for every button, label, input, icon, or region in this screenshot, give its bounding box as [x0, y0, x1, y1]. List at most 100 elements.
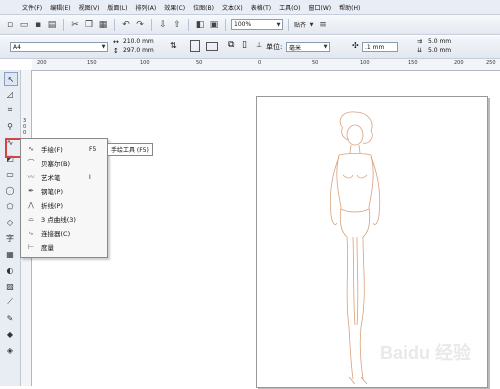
ruler-tick-label: 250	[486, 60, 496, 66]
flyout-item-label: 3 点曲线(3)	[41, 216, 76, 224]
toolbar-divider	[225, 18, 226, 31]
unit-label: 单位:	[266, 43, 283, 51]
swap-dimensions-icon[interactable]: ⇅	[170, 41, 177, 50]
undo-icon[interactable]: ↶	[120, 19, 132, 31]
flyout-item-label: 艺术笔	[41, 174, 61, 182]
ruler-tick-label: 200	[454, 60, 464, 66]
welcome-screen-icon[interactable]: ▣	[208, 19, 220, 31]
flyout-item-connector[interactable]: ⤷ 连接器(C)	[21, 227, 107, 239]
menu-edit[interactable]: 编辑(E)	[46, 3, 74, 12]
flyout-item-artistic-media[interactable]: 〰 艺术笔 I	[21, 171, 107, 183]
ruler-tick-label: 150	[408, 60, 418, 66]
menu-tools[interactable]: 工具(O)	[275, 3, 304, 12]
menu-layout[interactable]: 版面(L)	[103, 3, 131, 12]
paper-size-select[interactable]: A4 ▼	[10, 42, 108, 52]
menu-window[interactable]: 窗口(W)	[305, 3, 336, 12]
menu-arrange[interactable]: 排列(A)	[131, 3, 160, 12]
ruler-tick-label: 100	[360, 60, 370, 66]
toolbox: ↖ ◿ ⌗ ⚲ ∿ ◩ ▭ ◯ ⬠ ◇ 字 ▦ ◐ ▨ ⟋ ✎ ◆ ◈	[0, 70, 21, 386]
polygon-tool-icon[interactable]: ⬠	[4, 200, 16, 212]
nudge-distance-field[interactable]: .1 mm	[362, 42, 398, 52]
dimension-icon: ⊢	[27, 243, 35, 251]
rectangle-tool-icon[interactable]: ▭	[4, 168, 16, 180]
polyline-icon: ⋀	[28, 201, 34, 209]
basic-shapes-icon[interactable]: ◇	[4, 216, 16, 228]
menu-bitmaps[interactable]: 位图(B)	[189, 3, 218, 12]
freehand-icon: ∿	[28, 145, 34, 153]
interactive-fill-icon[interactable]: ◈	[4, 344, 16, 356]
connector-icon: ⤷	[29, 228, 33, 237]
fill-tool-icon[interactable]: ◆	[4, 328, 16, 340]
shape-tool-icon[interactable]: ◿	[4, 88, 16, 100]
paste-icon[interactable]: ▦	[97, 19, 109, 31]
import-icon[interactable]: ⇩	[157, 19, 169, 31]
application-launcher-icon[interactable]: ◧	[194, 19, 206, 31]
open-folder-icon[interactable]: ▭	[18, 19, 30, 31]
ruler-tick-label: 0	[23, 130, 27, 136]
portrait-icon[interactable]	[190, 40, 200, 52]
chevron-down-icon: ▼	[276, 21, 281, 28]
paper-size-value: A4	[13, 43, 21, 51]
flyout-item-freehand[interactable]: ∿ 手绘(F) F5	[21, 143, 107, 155]
new-file-icon[interactable]: ▫	[4, 19, 16, 31]
page-width-field[interactable]: 210.0 mm	[123, 38, 154, 45]
menu-bar: 文件(F) 编辑(E) 视图(V) 版面(L) 排列(A) 效果(C) 位图(B…	[0, 0, 500, 15]
menu-effects[interactable]: 效果(C)	[160, 3, 189, 12]
crop-tool-icon[interactable]: ⌗	[4, 104, 16, 116]
flyout-item-polyline[interactable]: ⋀ 折线(P)	[21, 199, 107, 211]
blend-tool-icon[interactable]: ◐	[4, 264, 16, 276]
table-tool-icon[interactable]: ▦	[4, 248, 16, 260]
options-icon[interactable]: ≡	[317, 19, 329, 31]
zoom-level-value: 100%	[234, 21, 252, 28]
menu-help[interactable]: 帮助(H)	[335, 3, 364, 12]
flyout-item-dimension[interactable]: ⊢ 度量	[21, 241, 107, 253]
flyout-item-pen[interactable]: ✒ 钢笔(P)	[21, 185, 107, 197]
three-point-curve-icon: ⌓	[28, 214, 34, 223]
flyout-item-label: 手绘(F)	[41, 146, 63, 154]
nudge-distance-value: .1 mm	[365, 43, 385, 51]
print-icon[interactable]: ▤	[46, 19, 58, 31]
flyout-item-3-point-curve[interactable]: ⌓ 3 点曲线(3)	[21, 213, 107, 225]
duplicate-x-field[interactable]: 5.0 mm	[428, 38, 451, 45]
menu-file[interactable]: 文件(F)	[18, 3, 46, 12]
snap-to-dropdown[interactable]: 贴齐	[294, 20, 306, 29]
units-value: 毫米	[289, 44, 302, 52]
toolbar-divider	[288, 18, 289, 31]
menu-view[interactable]: 视图(V)	[75, 3, 104, 12]
ellipse-tool-icon[interactable]: ◯	[4, 184, 16, 196]
menu-table[interactable]: 表格(T)	[247, 3, 275, 12]
duplicate-y-icon: ⇊	[417, 47, 423, 54]
flyout-item-label: 连接器(C)	[41, 230, 71, 238]
save-icon[interactable]: ▪	[32, 19, 44, 31]
duplicate-y-field[interactable]: 5.0 mm	[428, 47, 451, 54]
chevron-down-icon: ▼	[309, 21, 314, 28]
flyout-item-shortcut: F5	[89, 145, 97, 153]
ruler-tick-label: 150	[87, 60, 97, 66]
transparency-tool-icon[interactable]: ▨	[4, 280, 16, 292]
curve-tools-flyout: ∿ 手绘(F) F5 ⌒ 贝塞尔(B) 〰 艺术笔 I ✒ 钢笔(P) ⋀ 折线…	[20, 138, 108, 258]
export-icon[interactable]: ⇧	[171, 19, 183, 31]
cut-icon[interactable]: ✂	[69, 19, 81, 31]
pick-tool-icon[interactable]: ↖	[4, 72, 18, 86]
property-bar: A4 ▼ ↔ ↕ 210.0 mm 297.0 mm ⇅ ⧉ ▯ ⊥ 单位: 毫…	[0, 36, 500, 59]
layout-icon[interactable]: ⊥	[256, 41, 262, 49]
zoom-level-select[interactable]: 100% ▼	[231, 19, 283, 30]
zoom-tool-icon[interactable]: ⚲	[4, 120, 16, 132]
text-tool-icon[interactable]: 字	[4, 232, 16, 244]
flyout-item-bezier[interactable]: ⌒ 贝塞尔(B)	[21, 157, 107, 169]
page-height-field[interactable]: 297.0 mm	[123, 47, 154, 54]
units-select[interactable]: 毫米 ▼	[286, 42, 330, 52]
landscape-icon[interactable]	[206, 42, 218, 51]
flyout-item-shortcut: I	[89, 173, 91, 181]
flyout-item-label: 折线(P)	[41, 202, 63, 210]
copy-icon[interactable]: ❐	[83, 19, 95, 31]
menu-text[interactable]: 文本(X)	[218, 3, 247, 12]
standard-toolbar: ▫ ▭ ▪ ▤ ✂ ❐ ▦ ↶ ↷ ⇩ ⇧ ◧ ▣ 100% ▼ 贴齐 ▼ ≡	[0, 15, 500, 35]
redo-icon[interactable]: ↷	[134, 19, 146, 31]
all-pages-icon[interactable]: ⧉	[228, 40, 234, 50]
width-icon: ↔	[113, 38, 119, 46]
outline-pen-icon[interactable]: ✎	[4, 312, 16, 324]
eyedropper-icon[interactable]: ⟋	[4, 296, 16, 308]
current-page-icon[interactable]: ▯	[242, 40, 247, 50]
horizontal-ruler[interactable]: 200 150 100 50 0 50 100 150 200 250	[32, 59, 500, 71]
